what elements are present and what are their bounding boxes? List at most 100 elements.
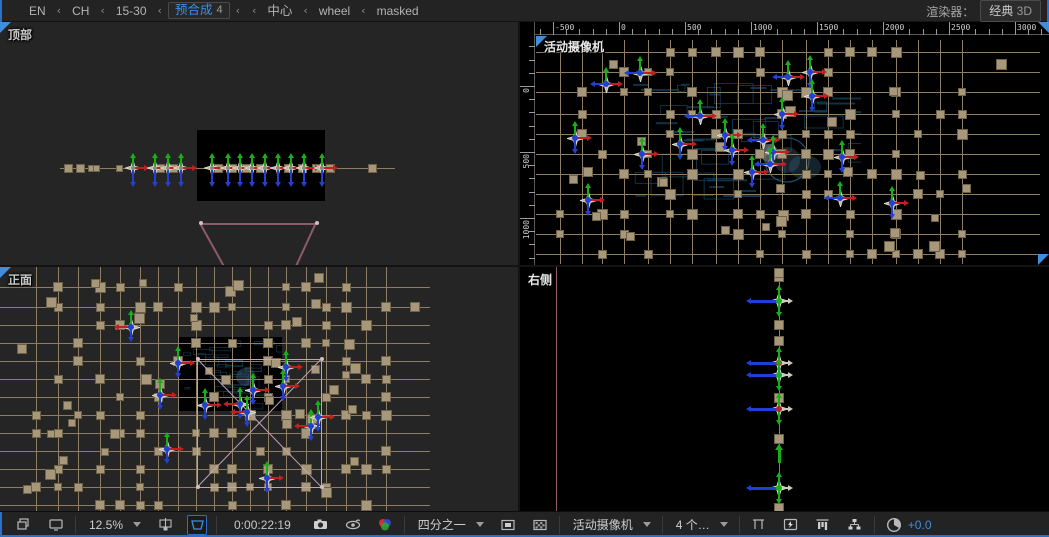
breadcrumb-item-4[interactable]: 中心 xyxy=(262,0,297,22)
axis-gizmo[interactable] xyxy=(770,164,771,165)
breadcrumb-item-active[interactable]: 预合成4 xyxy=(168,2,230,19)
axis-gizmo[interactable] xyxy=(212,168,213,169)
axis-gizmo[interactable] xyxy=(840,198,841,199)
flowchart-button[interactable] xyxy=(839,512,871,537)
breadcrumb-separator-icon: ‹ xyxy=(152,0,168,22)
axis-gizmo[interactable] xyxy=(178,363,179,364)
axis-gizmo[interactable] xyxy=(265,168,266,169)
axis-gizmo[interactable] xyxy=(283,386,284,387)
axis-gizmo[interactable] xyxy=(700,116,701,117)
breadcrumb-item-1[interactable]: CH xyxy=(67,0,94,22)
axis-gizmo[interactable] xyxy=(606,84,607,85)
viewport-active-camera[interactable]: -500050010001500200025003000 05001000 活动… xyxy=(520,22,1049,265)
axis-gizmo[interactable] xyxy=(318,417,319,418)
axis-gizmo[interactable] xyxy=(752,172,753,173)
axis-gizmo[interactable] xyxy=(588,200,589,201)
axis-gizmo[interactable] xyxy=(642,154,643,155)
ruler-major-tick xyxy=(520,152,535,153)
axis-gizmo[interactable] xyxy=(788,77,789,78)
axis-gizmo[interactable] xyxy=(286,367,287,368)
axis-gizmo[interactable] xyxy=(892,203,893,204)
zoom-level-dropdown[interactable]: 12.5% xyxy=(79,512,149,537)
axis-gizmo[interactable] xyxy=(228,168,229,169)
ruler-horizontal[interactable]: -500050010001500200025003000 xyxy=(520,22,1049,35)
axis-gizmo[interactable] xyxy=(812,96,813,97)
region-of-interest-button[interactable] xyxy=(149,512,181,537)
axis-arrowhead-up xyxy=(283,350,289,355)
fast-preview-button[interactable] xyxy=(775,512,807,537)
show-snapshot-button[interactable] xyxy=(337,512,369,537)
layer-handle xyxy=(644,250,653,259)
region-toggle-button[interactable] xyxy=(492,512,524,537)
axis-arm-down xyxy=(282,388,284,396)
axis-gizmo[interactable] xyxy=(680,144,681,145)
axis-gizmo[interactable] xyxy=(779,375,780,376)
fast-preview-bolt-icon xyxy=(781,515,801,535)
axis-gizmo[interactable] xyxy=(131,327,132,328)
axis-gizmo[interactable] xyxy=(725,135,726,136)
monitor-button[interactable] xyxy=(40,512,72,537)
axis-gizmo[interactable] xyxy=(763,140,764,141)
breadcrumb-item-0[interactable]: EN xyxy=(24,0,51,22)
axis-gizmo[interactable] xyxy=(133,168,134,169)
axis-center-dot xyxy=(760,137,766,143)
axis-gizmo[interactable] xyxy=(205,405,206,406)
axis-arrowhead-down xyxy=(244,422,250,427)
layer-handle xyxy=(962,184,971,193)
exposure-control[interactable]: +0.0 xyxy=(878,512,938,537)
axis-gizmo[interactable] xyxy=(253,390,254,391)
axis-gizmo[interactable] xyxy=(304,168,305,169)
layer-handle xyxy=(884,241,895,252)
axis-arm-down xyxy=(277,170,279,182)
axis-gizmo[interactable] xyxy=(779,488,780,489)
axis-gizmo[interactable] xyxy=(181,168,182,169)
toolbar-divider xyxy=(75,516,76,534)
camera-frustum-edge xyxy=(198,487,322,488)
current-time-display[interactable]: 0:00:22:19 xyxy=(220,512,305,537)
axis-center-dot xyxy=(202,402,208,408)
timeline-graph-button[interactable] xyxy=(807,512,839,537)
axis-gizmo[interactable] xyxy=(252,168,253,169)
viewport-front[interactable]: 正面 xyxy=(0,267,518,511)
axis-gizmo[interactable] xyxy=(160,395,161,396)
ruler-vertical[interactable]: 05001000 xyxy=(520,22,535,265)
viewport-right[interactable]: 右侧 xyxy=(520,267,1049,511)
take-snapshot-button[interactable] xyxy=(305,512,337,537)
guides-button[interactable] xyxy=(743,512,775,537)
breadcrumb-item-5[interactable]: wheel xyxy=(314,0,355,22)
axis-gizmo[interactable] xyxy=(155,168,156,169)
view-count-dropdown[interactable]: 4 个… xyxy=(666,512,736,537)
axis-gizmo[interactable] xyxy=(240,168,241,169)
camera-view-dropdown[interactable]: 活动摄像机 xyxy=(563,512,659,537)
axis-gizmo[interactable] xyxy=(168,168,169,169)
ruler-minor-tick xyxy=(529,112,535,113)
transparency-grid-button[interactable] xyxy=(524,512,556,537)
axis-gizmo[interactable] xyxy=(842,157,843,158)
axis-gizmo[interactable] xyxy=(773,152,774,153)
axis-gizmo[interactable] xyxy=(640,73,641,74)
layer-handle xyxy=(755,47,765,57)
viewport-top[interactable]: 顶部 xyxy=(0,22,518,265)
axis-gizmo[interactable] xyxy=(782,114,783,115)
layer-handle xyxy=(322,321,331,330)
axis-gizmo[interactable] xyxy=(810,72,811,73)
axis-gizmo[interactable] xyxy=(322,168,323,169)
renderer-dropdown[interactable]: 经典 3D xyxy=(980,0,1041,22)
axis-gizmo[interactable] xyxy=(267,478,268,479)
axis-gizmo[interactable] xyxy=(779,301,780,302)
layer-stack-button[interactable] xyxy=(8,512,40,537)
axis-gizmo[interactable] xyxy=(247,412,248,413)
axis-gizmo[interactable] xyxy=(575,138,576,139)
axis-gizmo[interactable] xyxy=(278,168,279,169)
resolution-dropdown[interactable]: 四分之一 xyxy=(408,512,492,537)
axis-arm-right xyxy=(590,199,600,201)
breadcrumb-item-6[interactable]: masked xyxy=(372,0,424,22)
breadcrumb-item-2[interactable]: 15-30 xyxy=(111,0,152,22)
channel-selector-button[interactable] xyxy=(369,512,401,537)
axis-gizmo[interactable] xyxy=(291,168,292,169)
axis-gizmo[interactable] xyxy=(779,409,780,410)
axis-gizmo[interactable] xyxy=(732,150,733,151)
axis-gizmo[interactable] xyxy=(311,426,312,427)
toggle-3d-view-button[interactable] xyxy=(181,512,213,537)
axis-gizmo[interactable] xyxy=(167,449,168,450)
